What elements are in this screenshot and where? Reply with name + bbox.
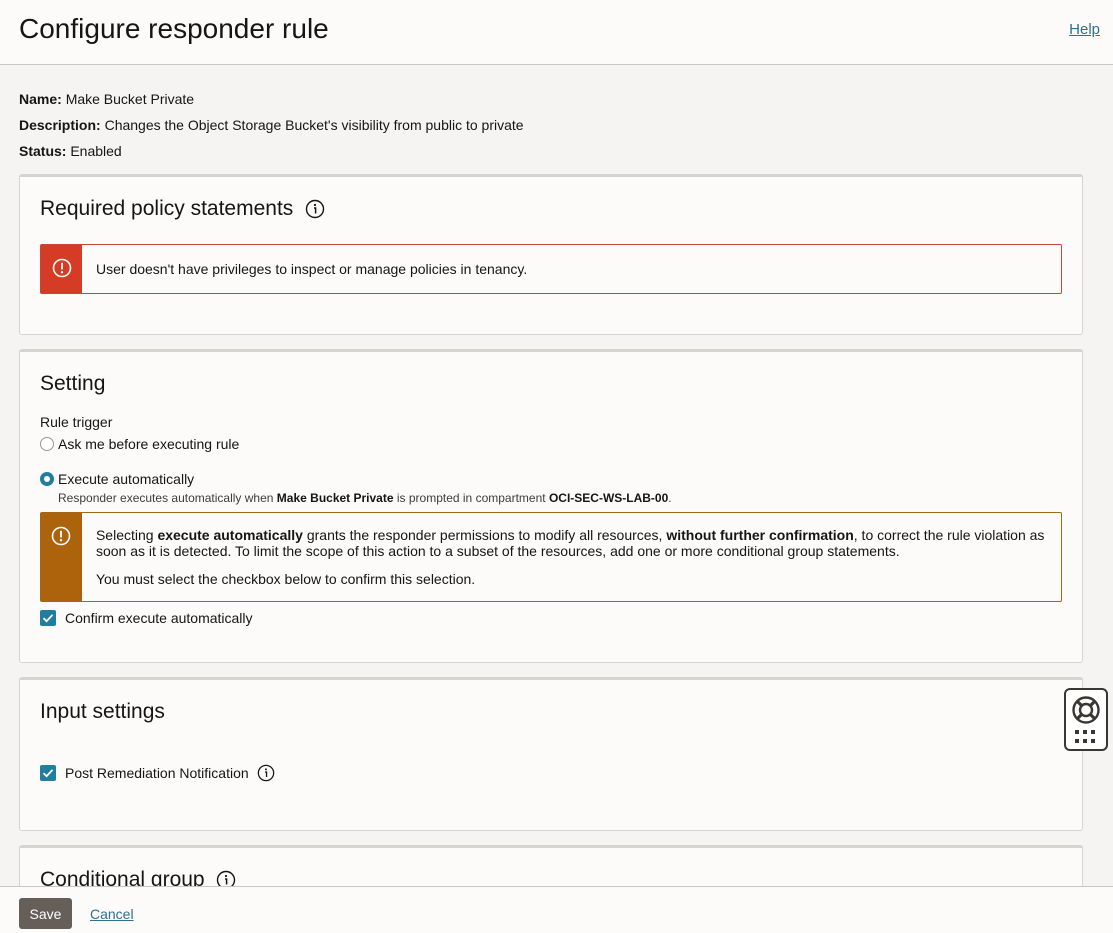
checkbox-checked[interactable]	[40, 765, 56, 781]
policy-error-alert: User doesn't have privileges to inspect …	[40, 244, 1062, 294]
input-settings-panel: Input settings Post Remediation Notifica…	[19, 677, 1083, 831]
warning-message: Selecting execute automatically grants t…	[82, 513, 1061, 601]
execute-description: Responder executes automatically when Ma…	[58, 491, 672, 505]
description-value: Changes the Object Storage Bucket's visi…	[104, 117, 524, 133]
error-icon	[41, 245, 82, 293]
confirm-execute-checkbox[interactable]: Confirm execute automatically	[40, 610, 253, 626]
help-link[interactable]: Help	[1069, 21, 1100, 38]
radio-ask-before[interactable]: Ask me before executing rule	[40, 436, 239, 452]
post-remediation-label: Post Remediation Notification	[65, 765, 249, 781]
apps-grid-icon[interactable]	[1075, 730, 1097, 749]
help-widget[interactable]	[1064, 688, 1108, 751]
page-footer: Save Cancel	[0, 886, 1113, 933]
page-header: Configure responder rule Help	[0, 0, 1113, 65]
radio-ask-label: Ask me before executing rule	[58, 436, 240, 452]
setting-panel-title: Setting	[40, 372, 106, 395]
radio-button[interactable]	[40, 437, 54, 451]
policy-panel-title: Required policy statements	[40, 197, 325, 221]
rule-name: Name: Make Bucket Private	[19, 91, 194, 107]
save-button[interactable]: Save	[19, 898, 72, 929]
rule-status: Status: Enabled	[19, 143, 122, 159]
radio-button-selected[interactable]	[40, 472, 54, 486]
page-title: Configure responder rule	[19, 13, 329, 44]
confirm-execute-label: Confirm execute automatically	[65, 610, 253, 626]
name-value: Make Bucket Private	[65, 91, 195, 107]
radio-execute-auto[interactable]: Execute automatically	[40, 471, 194, 487]
conditional-panel-title: Conditional group	[40, 868, 236, 886]
conditional-group-panel: Conditional group	[19, 845, 1083, 886]
info-icon[interactable]	[216, 870, 236, 886]
warning-icon	[41, 513, 82, 601]
status-label: Status:	[19, 143, 67, 159]
info-icon[interactable]	[305, 199, 325, 219]
checkbox-checked[interactable]	[40, 610, 56, 626]
policy-error-message: User doesn't have privileges to inspect …	[96, 261, 528, 277]
setting-panel: Setting Rule trigger Ask me before execu…	[19, 349, 1083, 663]
warning-line-2: You must select the checkbox below to co…	[95, 571, 476, 587]
info-icon[interactable]	[257, 764, 275, 782]
policy-panel: Required policy statements User doesn't …	[19, 174, 1083, 335]
rule-trigger-label: Rule trigger	[40, 414, 113, 430]
post-remediation-checkbox[interactable]: Post Remediation Notification	[40, 764, 275, 782]
input-panel-title: Input settings	[40, 700, 165, 723]
execute-warning-alert: Selecting execute automatically grants t…	[40, 512, 1062, 602]
status-value: Enabled	[70, 143, 122, 159]
name-label: Name:	[19, 91, 62, 107]
warning-line-1: Selecting execute automatically grants t…	[95, 527, 1045, 559]
cancel-link[interactable]: Cancel	[90, 906, 134, 922]
lifebuoy-icon[interactable]	[1071, 695, 1101, 730]
main-content: Name: Make Bucket Private Description: C…	[0, 65, 1113, 886]
radio-execute-label: Execute automatically	[58, 471, 195, 487]
rule-description: Description: Changes the Object Storage …	[19, 117, 524, 133]
description-label: Description:	[19, 117, 101, 133]
